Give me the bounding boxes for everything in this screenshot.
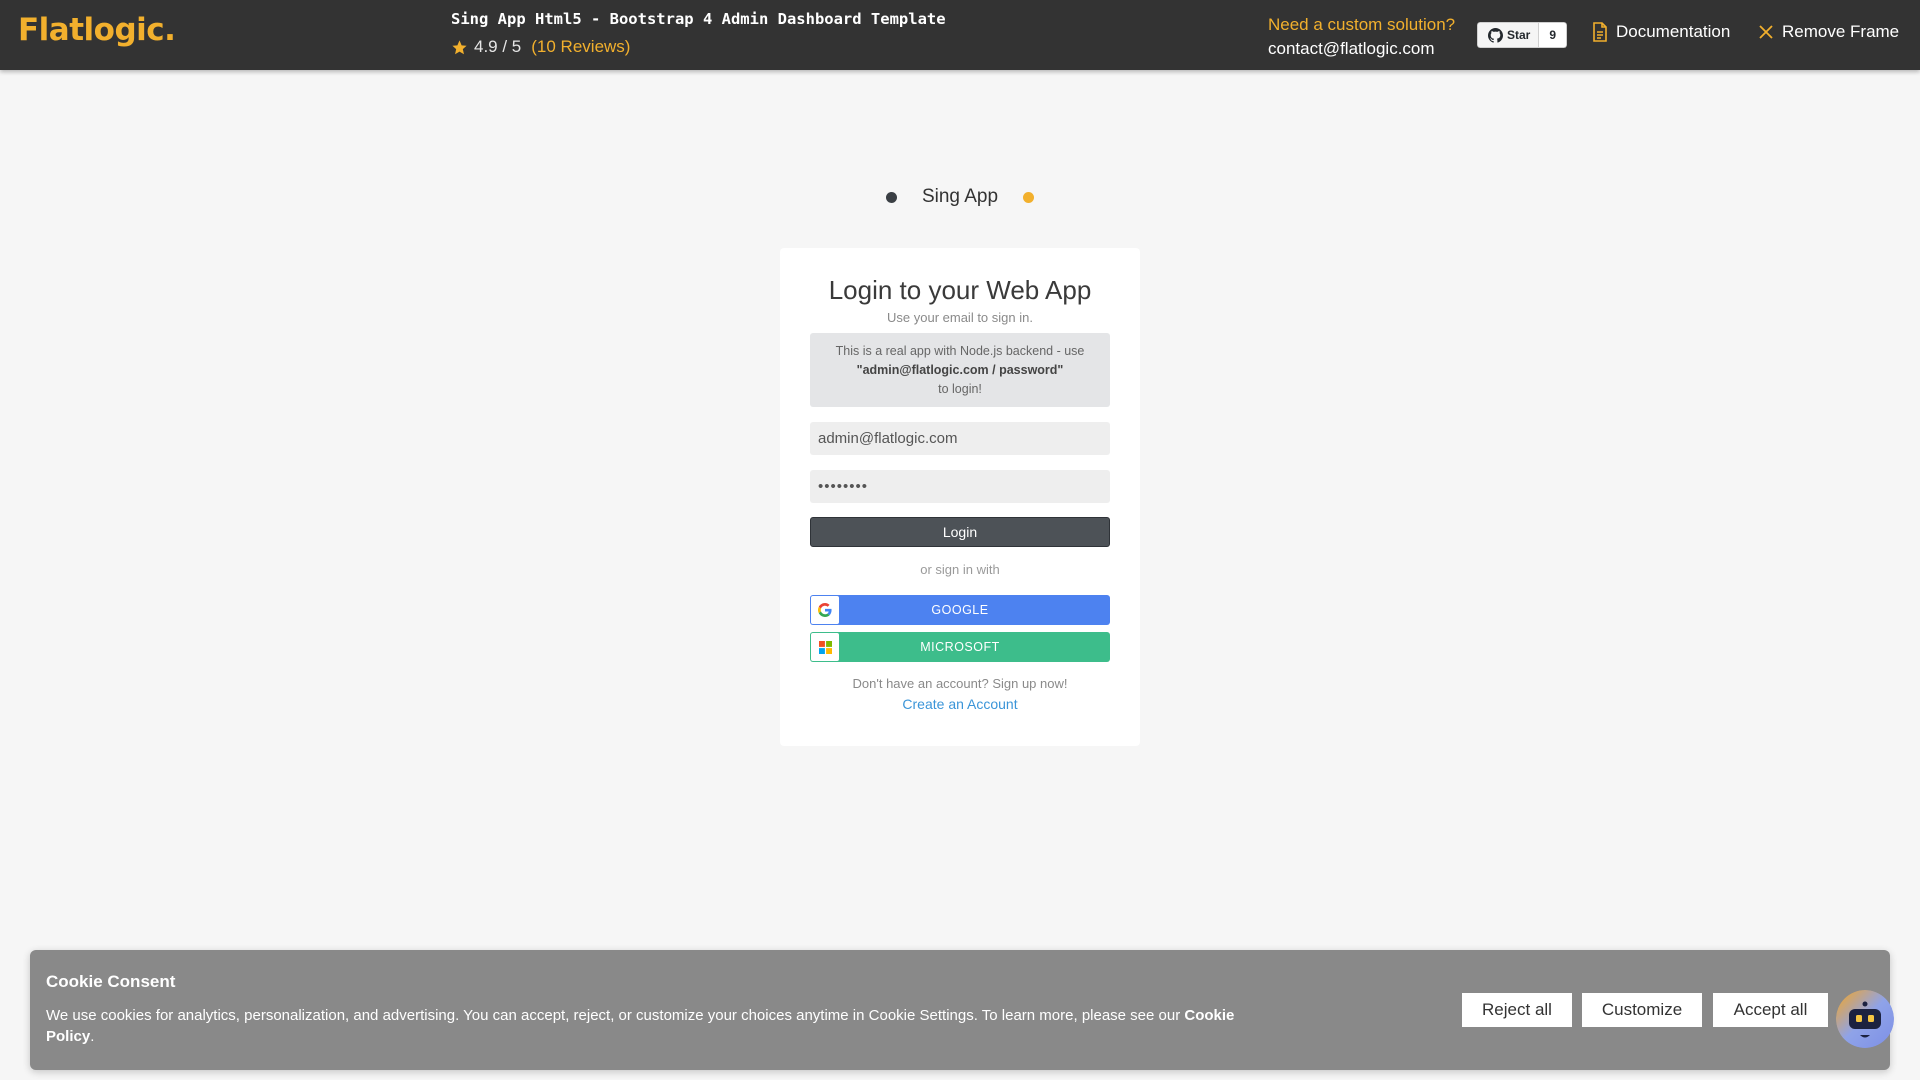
login-subtitle: Use your email to sign in. xyxy=(887,310,1033,325)
login-card: Login to your Web App Use your email to … xyxy=(780,248,1140,746)
notice-line1: This is a real app with Node.js backend … xyxy=(835,344,1085,358)
product-rating: 4.9 / 5 (10 Reviews) xyxy=(451,37,946,57)
google-icon xyxy=(811,596,839,624)
app-brand: Sing App xyxy=(0,186,1920,208)
reject-all-button[interactable]: Reject all xyxy=(1462,993,1572,1027)
github-star-button[interactable]: Star xyxy=(1477,22,1540,48)
github-star-widget[interactable]: Star 9 xyxy=(1477,22,1568,48)
cookie-description: We use cookies for analytics, personaliz… xyxy=(46,1007,1185,1024)
demo-credentials-notice: This is a real app with Node.js backend … xyxy=(810,333,1110,407)
brand-name: Sing App xyxy=(921,186,999,207)
cookie-text: We use cookies for analytics, personaliz… xyxy=(46,1005,1286,1047)
login-title: Login to your Web App xyxy=(828,275,1092,305)
email-field[interactable] xyxy=(810,422,1110,455)
contact-email-link[interactable]: contact@flatlogic.com xyxy=(1268,37,1455,61)
cookie-text-end: . xyxy=(90,1028,95,1045)
or-sign-in-with: or sign in with xyxy=(920,562,1000,577)
custom-solution-link[interactable]: Need a custom solution? xyxy=(1268,13,1455,37)
github-star-count[interactable]: 9 xyxy=(1539,22,1568,48)
github-icon xyxy=(1488,27,1503,43)
brand-dot-yellow xyxy=(1023,191,1035,203)
microsoft-signin-button[interactable]: MICROSOFT xyxy=(810,632,1110,662)
remove-frame-label: Remove Frame xyxy=(1782,22,1900,41)
notice-line3: to login! xyxy=(938,382,982,396)
cookie-title: Cookie Consent xyxy=(46,972,176,991)
brand-dot-dark xyxy=(885,191,897,203)
chatbot-widget[interactable] xyxy=(1836,990,1894,1048)
google-button-label: GOOGLE xyxy=(931,603,989,617)
documentation-label: Documentation xyxy=(1616,22,1731,41)
create-account-link[interactable]: Create an Account xyxy=(780,696,1140,712)
remove-frame-link[interactable]: Remove Frame xyxy=(1758,22,1899,42)
login-button[interactable]: Login xyxy=(810,517,1110,547)
flatlogic-logo[interactable]: Flatlogic. xyxy=(18,12,176,48)
password-field[interactable] xyxy=(810,470,1110,503)
accept-all-button[interactable]: Accept all xyxy=(1713,993,1828,1027)
customize-button[interactable]: Customize xyxy=(1582,993,1702,1027)
notice-credentials: "admin@flatlogic.com / password" xyxy=(856,363,1064,377)
rating-value: 4.9 / 5 xyxy=(474,37,522,56)
google-signin-button[interactable]: GOOGLE xyxy=(810,595,1110,625)
reviews-link[interactable]: (10 Reviews) xyxy=(531,37,630,57)
product-info: Sing App Html5 - Bootstrap 4 Admin Dashb… xyxy=(451,10,946,57)
product-title: Sing App Html5 - Bootstrap 4 Admin Dashb… xyxy=(451,10,946,28)
documentation-link[interactable]: Documentation xyxy=(1592,22,1730,42)
cookie-consent-banner: Cookie Consent We use cookies for analyt… xyxy=(30,950,1890,1070)
close-icon xyxy=(1759,25,1773,39)
chatbot-icon xyxy=(1836,990,1894,1048)
microsoft-button-label: MICROSOFT xyxy=(920,640,1000,654)
microsoft-icon xyxy=(811,633,839,661)
custom-solution: Need a custom solution? contact@flatlogi… xyxy=(1268,13,1455,61)
github-star-label: Star xyxy=(1507,28,1531,42)
top-bar: Flatlogic. Sing App Html5 - Bootstrap 4 … xyxy=(0,0,1920,70)
star-icon xyxy=(452,39,467,54)
document-icon xyxy=(1593,22,1607,42)
signup-prompt: Don't have an account? Sign up now! xyxy=(852,676,1068,691)
